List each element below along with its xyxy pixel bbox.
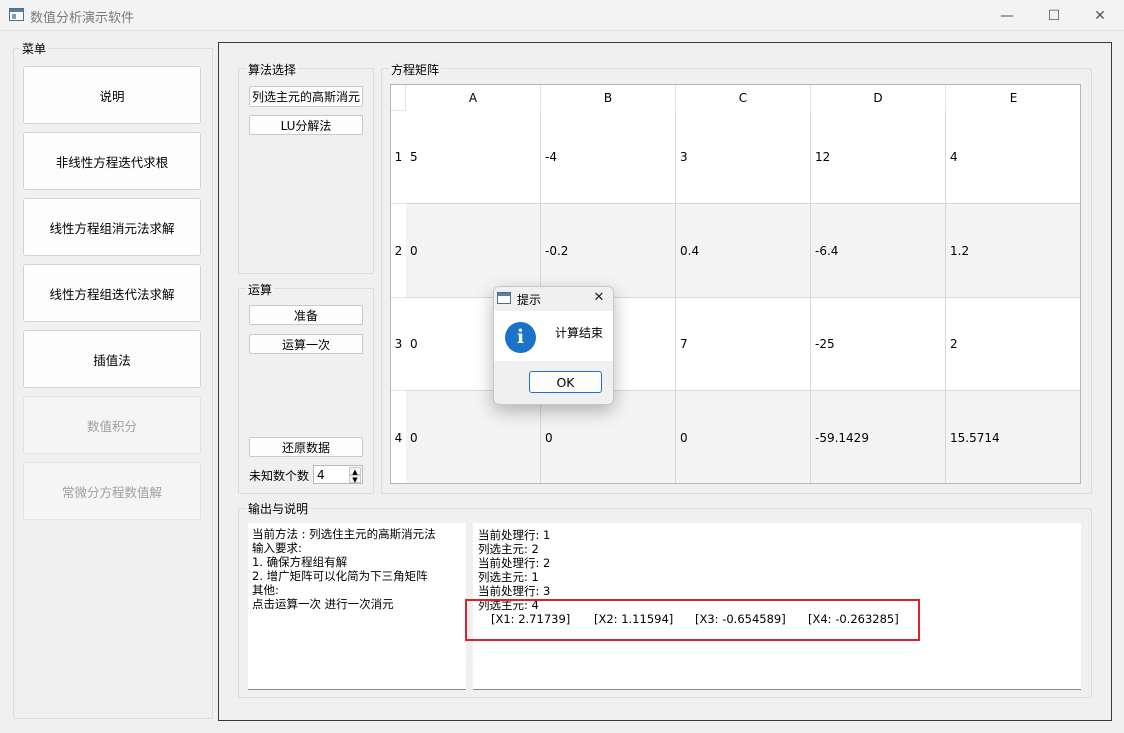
spin-down-icon[interactable]: ▼ xyxy=(349,475,361,484)
log-line: 当前处理行: 3 xyxy=(478,584,551,598)
dialog-app-icon xyxy=(497,292,511,304)
dialog-title: 提示 xyxy=(517,293,542,307)
step-once-button[interactable]: 运算一次 xyxy=(249,334,363,354)
row-header-2[interactable]: 2 xyxy=(391,204,406,298)
log-line: 当前处理行: 2 xyxy=(478,556,551,570)
dialog-close-button[interactable]: ✕ xyxy=(590,289,608,307)
menu-button-linear-elimination[interactable]: 线性方程组消元法求解 xyxy=(23,198,201,256)
unknowns-spinbox[interactable]: 4 ▲ ▼ xyxy=(313,465,363,484)
title-bar: 数值分析演示软件 — ☐ ✕ xyxy=(0,0,1124,31)
close-icon: ✕ xyxy=(1094,7,1106,24)
menu-button-interpolation[interactable]: 插值法 xyxy=(23,330,201,388)
table-cell[interactable]: 0 xyxy=(676,391,811,483)
table-cell[interactable]: 4 xyxy=(946,111,1080,204)
algo-lu-button[interactable]: LU分解法 xyxy=(249,115,363,135)
menu-button-help[interactable]: 说明 xyxy=(23,66,201,124)
log-line: 当前处理行: 1 xyxy=(478,528,551,542)
row-header-1[interactable]: 1 xyxy=(391,111,406,204)
close-button[interactable]: ✕ xyxy=(1077,0,1123,31)
ops-group-title: 运算 xyxy=(246,281,275,298)
info-icon: i xyxy=(505,322,536,353)
window-title: 数值分析演示软件 xyxy=(30,11,135,26)
unknowns-label: 未知数个数 xyxy=(249,469,310,483)
column-header-e[interactable]: E xyxy=(946,85,1080,111)
result-highlight-box xyxy=(465,599,920,641)
dialog-message: 计算结束 xyxy=(555,326,604,340)
output-group-title: 输出与说明 xyxy=(246,500,311,517)
dialog-body: i 计算结束 xyxy=(494,311,613,361)
column-header-b[interactable]: B xyxy=(541,85,676,111)
maximize-button[interactable]: ☐ xyxy=(1031,0,1077,31)
dialog-title-bar: 提示 ✕ xyxy=(494,287,613,311)
menu-button-integration: 数值积分 xyxy=(23,396,201,454)
row-header-3[interactable]: 3 xyxy=(391,298,406,391)
table-cell[interactable]: 3 xyxy=(676,111,811,204)
column-header-c[interactable]: C xyxy=(676,85,811,111)
app-icon xyxy=(9,8,24,21)
spin-up-icon[interactable]: ▲ xyxy=(349,467,361,476)
table-corner xyxy=(391,85,406,111)
table-cell[interactable]: 12 xyxy=(811,111,946,204)
algo-gauss-button[interactable]: 列选主元的高斯消元 xyxy=(249,86,363,107)
dialog-ok-button[interactable]: OK xyxy=(529,371,602,393)
matrix-table[interactable]: A B C D E 1 2 3 4 5 -4 3 12 4 0 -0.2 0.4… xyxy=(390,84,1081,484)
column-header-d[interactable]: D xyxy=(811,85,946,111)
menu-button-nonlinear-root[interactable]: 非线性方程迭代求根 xyxy=(23,132,201,190)
table-cell[interactable]: -59.1429 xyxy=(811,391,946,483)
menu-button-ode: 常微分方程数值解 xyxy=(23,462,201,520)
table-cell[interactable]: -0.2 xyxy=(541,204,676,298)
close-icon: ✕ xyxy=(593,290,605,305)
table-cell[interactable]: 0 xyxy=(406,204,541,298)
menu-button-linear-iteration[interactable]: 线性方程组迭代法求解 xyxy=(23,264,201,322)
log-line: 列选主元: 1 xyxy=(478,570,539,584)
restore-data-button[interactable]: 还原数据 xyxy=(249,437,363,457)
table-cell[interactable]: 2 xyxy=(946,298,1080,391)
description-textbox[interactable]: 当前方法 : 列选住主元的高斯消元法 输入要求: 1. 确保方程组有解 2. 增… xyxy=(248,523,466,690)
row-header-4[interactable]: 4 xyxy=(391,391,406,483)
log-line: 列选主元: 2 xyxy=(478,542,539,556)
message-dialog: 提示 ✕ i 计算结束 OK xyxy=(493,286,614,405)
matrix-group-title: 方程矩阵 xyxy=(389,61,442,78)
maximize-icon: ☐ xyxy=(1047,7,1061,24)
algo-group-title: 算法选择 xyxy=(246,61,299,78)
prepare-button[interactable]: 准备 xyxy=(249,305,363,325)
table-cell[interactable]: 1.2 xyxy=(946,204,1080,298)
unknowns-value: 4 xyxy=(317,468,325,482)
table-cell[interactable]: -6.4 xyxy=(811,204,946,298)
table-cell[interactable]: 7 xyxy=(676,298,811,391)
table-cell[interactable]: -4 xyxy=(541,111,676,204)
table-cell[interactable]: -25 xyxy=(811,298,946,391)
column-header-a[interactable]: A xyxy=(406,85,541,111)
table-cell[interactable]: 15.5714 xyxy=(946,391,1080,483)
table-cell[interactable]: 0.4 xyxy=(676,204,811,298)
minimize-icon: — xyxy=(1000,7,1014,24)
minimize-button[interactable]: — xyxy=(984,0,1030,31)
menu-group-title: 菜单 xyxy=(20,40,49,57)
table-cell[interactable]: 5 xyxy=(406,111,541,204)
